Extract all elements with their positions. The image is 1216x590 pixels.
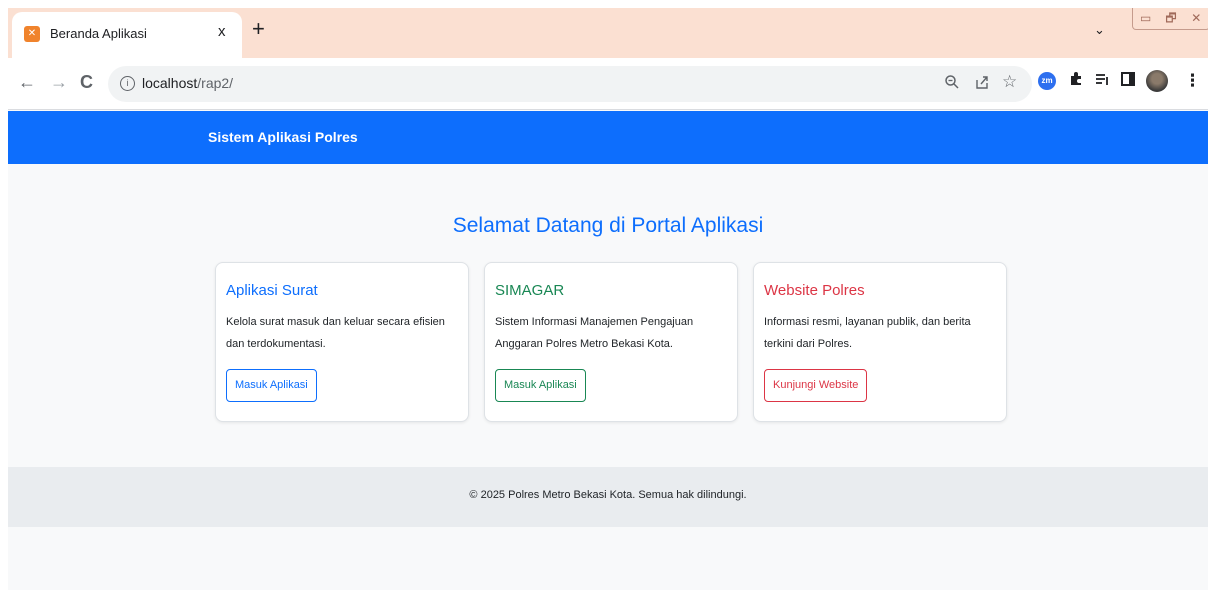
site-info-icon[interactable]: i	[120, 76, 135, 91]
masuk-simagar-button[interactable]: Masuk Aplikasi	[495, 369, 586, 402]
tab-search-dropdown-icon[interactable]: ⌄	[1094, 22, 1105, 38]
forward-button[interactable]: →	[50, 72, 68, 92]
zoom-extension-icon[interactable]: zm	[1038, 72, 1056, 90]
bookmark-star-icon[interactable]: ☆	[1002, 72, 1017, 92]
menu-kebab-icon[interactable]: ⋮	[1184, 71, 1201, 91]
zoom-icon[interactable]	[944, 74, 960, 94]
page-title: Selamat Datang di Portal Aplikasi	[452, 214, 764, 237]
card-aplikasi-surat: Aplikasi Surat Kelola surat masuk dan ke…	[215, 262, 469, 422]
browser-tab[interactable]: ✕ Beranda Aplikasi x	[12, 12, 242, 58]
url-host: localhost	[142, 75, 198, 91]
reload-button[interactable]: C	[80, 72, 93, 92]
back-button[interactable]: ←	[18, 72, 36, 92]
card-simagar: SIMAGAR Sistem Informasi Manajemen Penga…	[484, 262, 738, 422]
browser-window: ✕ Beranda Aplikasi x + ⌄ ▭ 🗗 ✕ ← → C i l…	[8, 8, 1208, 590]
card-website-polres: Website Polres Informasi resmi, layanan …	[753, 262, 1007, 422]
puzzle-extensions-icon[interactable]	[1068, 71, 1084, 92]
side-panel-icon[interactable]	[1120, 71, 1136, 92]
restore-button[interactable]: 🗗	[1158, 8, 1183, 29]
xampp-favicon-icon: ✕	[24, 26, 40, 42]
site-navbar: Sistem Aplikasi Polres	[8, 111, 1208, 164]
site-footer: © 2025 Polres Metro Bekasi Kota. Semua h…	[8, 467, 1208, 527]
navbar-brand[interactable]: Sistem Aplikasi Polres	[208, 129, 358, 145]
minimize-button[interactable]: ▭	[1133, 8, 1158, 29]
address-bar[interactable]: i localhost/rap2/ ☆	[108, 66, 1032, 102]
card-text: Informasi resmi, layanan publik, dan ber…	[764, 316, 971, 350]
card-text: Kelola surat masuk dan keluar secara efi…	[226, 316, 445, 350]
profile-avatar[interactable]	[1146, 70, 1168, 92]
card-title: Website Polres	[764, 282, 865, 299]
reading-list-icon[interactable]	[1094, 71, 1110, 92]
window-controls: ▭ 🗗 ✕	[1132, 8, 1208, 30]
new-tab-button[interactable]: +	[252, 18, 265, 40]
share-icon[interactable]	[974, 74, 990, 94]
tab-strip: ✕ Beranda Aplikasi x + ⌄ ▭ 🗗 ✕	[8, 8, 1208, 58]
footer-copyright: © 2025 Polres Metro Bekasi Kota. Semua h…	[469, 489, 747, 501]
card-title: Aplikasi Surat	[226, 282, 318, 299]
masuk-aplikasi-surat-button[interactable]: Masuk Aplikasi	[226, 369, 317, 402]
browser-toolbar: ← → C i localhost/rap2/ ☆ zm ⋮	[8, 58, 1208, 110]
url-text[interactable]: localhost/rap2/	[142, 75, 233, 91]
tab-title: Beranda Aplikasi	[50, 26, 147, 41]
tab-close-icon[interactable]: x	[218, 23, 226, 40]
card-text: Sistem Informasi Manajemen Pengajuan Ang…	[495, 316, 694, 350]
card-title: SIMAGAR	[495, 282, 565, 299]
close-window-button[interactable]: ✕	[1184, 8, 1208, 29]
kunjungi-website-button[interactable]: Kunjungi Website	[764, 369, 868, 402]
url-path: /rap2/	[197, 75, 234, 91]
